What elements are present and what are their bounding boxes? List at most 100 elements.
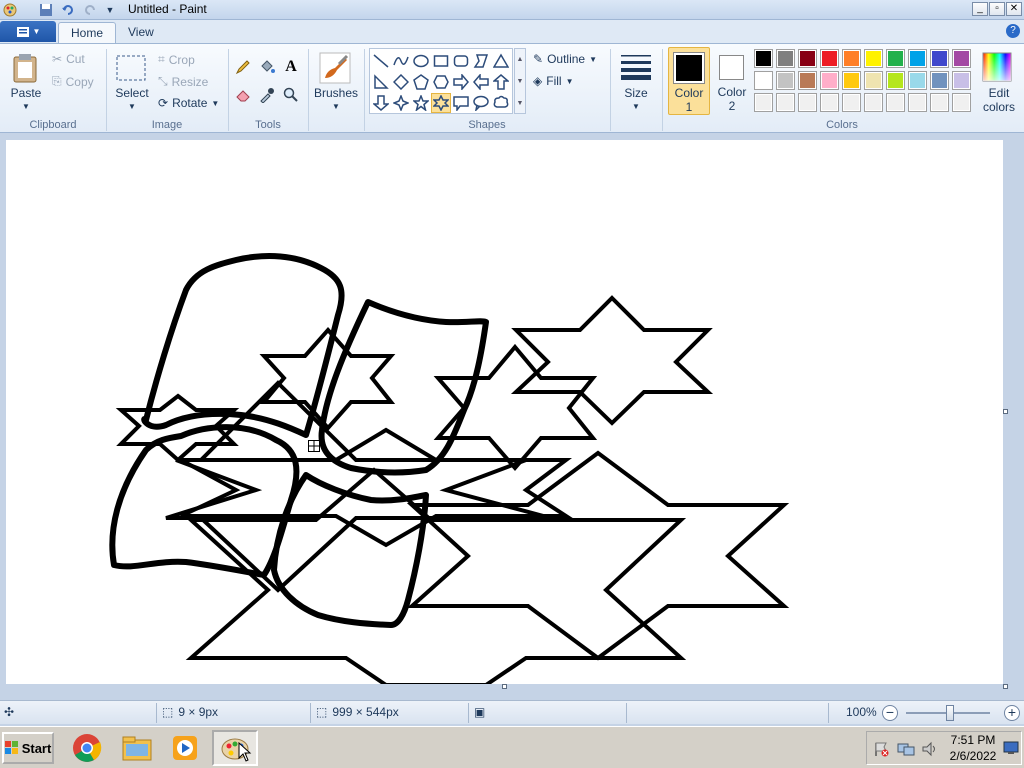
palette-swatch[interactable]: [908, 49, 927, 68]
palette-swatch[interactable]: [886, 71, 905, 90]
redo-icon[interactable]: [82, 2, 98, 18]
pencil-icon[interactable]: [233, 57, 253, 77]
palette-swatch[interactable]: [798, 93, 817, 112]
right-arrow-shape-icon[interactable]: [451, 72, 471, 92]
close-button[interactable]: ✕: [1006, 2, 1022, 16]
palette-swatch[interactable]: [798, 49, 817, 68]
palette-swatch[interactable]: [820, 71, 839, 90]
brushes-button[interactable]: Brushes ▼: [313, 49, 359, 117]
tab-view[interactable]: View: [116, 22, 166, 44]
tab-home[interactable]: Home: [58, 22, 117, 44]
palette-swatch[interactable]: [820, 49, 839, 68]
palette-swatch[interactable]: [776, 71, 795, 90]
pentagon-shape-icon[interactable]: [411, 72, 431, 92]
zoom-in-icon[interactable]: +: [1004, 705, 1020, 721]
hexagon-shape-icon[interactable]: [431, 72, 451, 92]
palette-swatch[interactable]: [908, 71, 927, 90]
resize-button[interactable]: ⤡ Resize: [158, 74, 208, 89]
fill-bucket-icon[interactable]: [257, 57, 277, 77]
shapes-scroll[interactable]: ▲ ▼ ▼: [514, 48, 526, 114]
four-point-star-shape-icon[interactable]: [391, 93, 411, 113]
oval-shape-icon[interactable]: [411, 51, 431, 71]
size-button[interactable]: Size ▼: [616, 49, 656, 117]
minimize-button[interactable]: _: [972, 2, 988, 16]
zoom-out-icon[interactable]: −: [882, 705, 898, 721]
zoom-slider-thumb[interactable]: [946, 705, 954, 721]
magnifier-icon[interactable]: [281, 85, 301, 105]
right-triangle-shape-icon[interactable]: [371, 72, 391, 92]
maximize-button[interactable]: ▫: [989, 2, 1005, 16]
down-arrow-shape-icon[interactable]: [371, 93, 391, 113]
copy-button[interactable]: ⎘ Copy: [52, 74, 94, 89]
oval-callout-shape-icon[interactable]: [471, 93, 491, 113]
curve-shape-icon[interactable]: [391, 51, 411, 71]
scroll-up-icon[interactable]: ▲: [515, 49, 525, 71]
network-icon[interactable]: [897, 741, 915, 760]
palette-swatch[interactable]: [842, 71, 861, 90]
expand-gallery-icon[interactable]: ▼: [515, 93, 525, 115]
palette-swatch[interactable]: [908, 93, 927, 112]
polygon-shape-icon[interactable]: [471, 51, 491, 71]
crop-button[interactable]: ⌗ Crop: [158, 52, 195, 67]
rectangular-callout-shape-icon[interactable]: [451, 93, 471, 113]
palette-swatch[interactable]: [952, 71, 971, 90]
palette-swatch[interactable]: [930, 49, 949, 68]
paint-taskbar-button[interactable]: [212, 730, 258, 766]
color1-button[interactable]: Color 1: [668, 47, 710, 115]
diamond-shape-icon[interactable]: [391, 72, 411, 92]
palette-swatch[interactable]: [864, 93, 883, 112]
palette-swatch[interactable]: [886, 93, 905, 112]
eraser-icon[interactable]: [233, 85, 253, 105]
select-button[interactable]: Select ▼: [112, 49, 152, 117]
media-player-taskbar-button[interactable]: [162, 730, 208, 766]
customize-toolbar-icon[interactable]: ▼: [102, 2, 118, 18]
color2-button[interactable]: Color 2: [712, 47, 752, 115]
outline-button[interactable]: ✎ Outline ▼: [533, 52, 597, 66]
file-menu-button[interactable]: ▼: [0, 21, 56, 42]
palette-swatch[interactable]: [842, 49, 861, 68]
text-tool-icon[interactable]: A: [281, 57, 301, 77]
rotate-button[interactable]: ⟳ Rotate ▼: [158, 96, 219, 110]
palette-swatch[interactable]: [864, 71, 883, 90]
palette-swatch[interactable]: [776, 93, 795, 112]
save-icon[interactable]: [38, 2, 54, 18]
resize-handle-corner[interactable]: [1003, 684, 1008, 689]
left-arrow-shape-icon[interactable]: [471, 72, 491, 92]
palette-swatch[interactable]: [820, 93, 839, 112]
palette-swatch[interactable]: [798, 71, 817, 90]
cloud-callout-shape-icon[interactable]: [491, 93, 511, 113]
palette-swatch[interactable]: [930, 71, 949, 90]
palette-swatch[interactable]: [754, 49, 773, 68]
up-arrow-shape-icon[interactable]: [491, 72, 511, 92]
color-picker-icon[interactable]: [257, 85, 277, 105]
rounded-rectangle-shape-icon[interactable]: [451, 51, 471, 71]
six-point-star-shape-icon[interactable]: [431, 93, 451, 113]
palette-swatch[interactable]: [754, 71, 773, 90]
drawing-canvas[interactable]: [6, 140, 1003, 684]
fill-button[interactable]: ◈ Fill ▼: [533, 74, 573, 88]
clock[interactable]: 7:51 PM 2/6/2022: [934, 732, 1012, 764]
rectangle-shape-icon[interactable]: [431, 51, 451, 71]
explorer-taskbar-button[interactable]: [114, 730, 160, 766]
edit-colors-button[interactable]: Edit colors: [976, 49, 1022, 117]
triangle-shape-icon[interactable]: [491, 51, 511, 71]
undo-icon[interactable]: [60, 2, 76, 18]
five-point-star-shape-icon[interactable]: [411, 93, 431, 113]
action-center-flag-icon[interactable]: [873, 741, 889, 760]
palette-swatch[interactable]: [776, 49, 795, 68]
palette-swatch[interactable]: [952, 49, 971, 68]
palette-swatch[interactable]: [754, 93, 773, 112]
cut-button[interactable]: ✂ Cut: [52, 52, 85, 66]
line-shape-icon[interactable]: [371, 51, 391, 71]
start-button[interactable]: Start: [2, 732, 54, 764]
palette-swatch[interactable]: [886, 49, 905, 68]
palette-swatch[interactable]: [864, 49, 883, 68]
palette-swatch[interactable]: [930, 93, 949, 112]
help-icon[interactable]: ?: [1006, 24, 1020, 38]
palette-swatch[interactable]: [952, 93, 971, 112]
palette-swatch[interactable]: [842, 93, 861, 112]
scroll-down-icon[interactable]: ▼: [515, 71, 525, 93]
paint-app-icon[interactable]: [2, 2, 18, 18]
resize-handle-right[interactable]: [1003, 409, 1008, 414]
chrome-taskbar-button[interactable]: [64, 730, 110, 766]
